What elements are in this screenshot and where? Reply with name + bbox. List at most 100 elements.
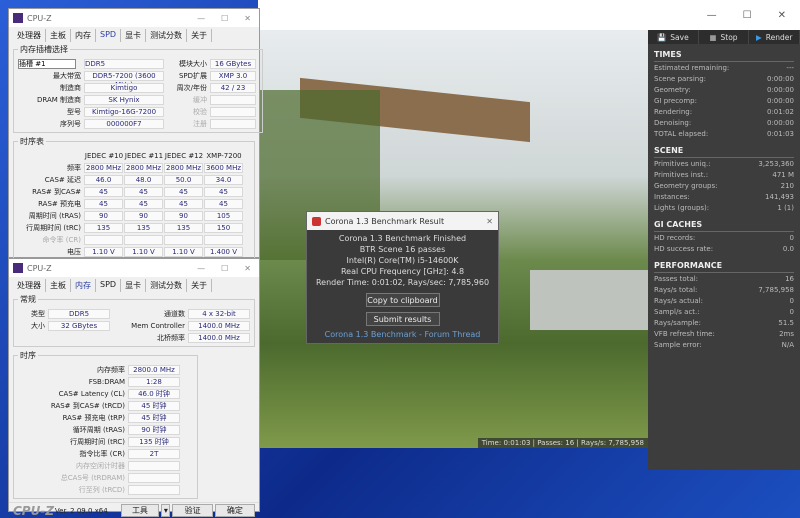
stat-value: 16 [785,275,794,283]
version: Ver. 2.09.0.x64 [54,506,108,515]
value: 45 [164,186,203,197]
cpuz-memory-window: CPU-Z — ☐ ✕ 处理器 主板 内存 SPD 显卡 测试分数 关于 常规 类型 DDR5 大小… [8,258,260,518]
building [530,270,648,330]
stats-section-scene: SCENE Primitives uniq.: 3,253,360 Primitive… [648,144,800,214]
value: 90 时钟 [128,424,180,435]
tab-4[interactable]: 显卡 [121,29,147,42]
value [128,484,180,495]
label: 指令比率 (CR) [79,449,125,458]
stat-label: Geometry: [654,86,691,94]
memory-type: DDR5 [84,58,164,69]
group-title: 常规 [20,295,36,304]
value [84,234,123,245]
stats-section-times: TIMES Estimated remaining: --- Scene parsin… [648,48,800,140]
stat-row: Lights (groups): 1 (1) [654,203,794,214]
window-title: CPU-Z [27,263,52,273]
timing-row: 行周期时间 (tRC) 135 时钟 [18,436,193,447]
tab-5[interactable]: 测试分数 [146,279,188,292]
stat-value: 0:00:00 [767,75,794,83]
render-status: Time: 0:01:03 | Passes: 16 | Rays/s: 7,7… [477,438,648,448]
forum-thread-link[interactable]: Corona 1.3 Benchmark - Forum Thread [307,330,498,339]
tab-6[interactable]: 关于 [187,29,213,42]
stat-row: HD success rate: 0.0 [654,244,794,255]
tab-1[interactable]: 主板 [46,279,71,292]
tab-0[interactable]: 处理器 [13,29,46,42]
stat-label: Rendering: [654,108,693,116]
copy-to-clipboard-button[interactable]: Copy to clipboard [365,293,440,307]
tab-3[interactable]: SPD [96,29,122,42]
value: 1.10 V [164,246,203,257]
minimize-icon[interactable]: — [197,14,205,23]
value: XMP 3.0 [210,70,256,81]
label: 周次/年份 [176,83,207,92]
tab-1[interactable]: 主板 [46,29,71,42]
stat-row: Primitives inst.: 471 M [654,170,794,181]
label: DRAM 制造商 [36,95,81,104]
stat-row: Denoising: 0:00:00 [654,118,794,129]
label: 内存频率 [97,365,125,374]
validate-button[interactable]: 验证 [172,504,213,517]
close-icon[interactable]: ✕ [778,10,786,30]
spd-row: 型号 Kimtigo-16G-7200 [18,106,168,117]
timing-row: 内存频率 2800.0 MHz [18,364,193,375]
timing-row: RAS# 到CAS# (tRCD) 45 时钟 [18,400,193,411]
stat-value: 0:01:02 [767,108,794,116]
label: 类型 [31,309,45,318]
render-button[interactable]: ▶ Render [749,30,800,44]
label: 最大带宽 [53,71,81,80]
result-line: BTR Scene 16 passes [359,245,446,254]
value: 90 [84,210,123,221]
tab-4[interactable]: 显卡 [121,279,147,292]
maximize-icon[interactable]: ☐ [221,14,228,23]
column-header: XMP-7200 [206,151,242,160]
timing-row: RAS# 到CAS# 45 45 45 45 [18,186,250,197]
maximize-icon[interactable]: ☐ [743,10,752,30]
tab-6[interactable]: 关于 [187,279,213,292]
stat-value: N/A [781,341,794,349]
stat-label: Rays/s total: [654,286,698,294]
close-icon[interactable]: ✕ [244,264,251,273]
stat-label: Denoising: [654,119,692,127]
value: DDR5-7200 (3600 MHz) [84,70,164,89]
tab-2[interactable]: 内存 [71,29,96,42]
tab-0[interactable]: 处理器 [13,279,46,292]
minimize-icon[interactable]: — [197,264,205,273]
slot-select[interactable]: 插槽 #1 [18,58,76,69]
close-icon[interactable]: ✕ [244,14,251,23]
stop-button[interactable]: ■ Stop [699,30,750,44]
value: 45 [84,198,123,209]
stat-value: 7,785,958 [758,286,794,294]
tab-2[interactable]: 内存 [71,279,96,292]
label: 总CAS号 (tRDRAM) [60,473,125,482]
tools-button[interactable]: 工具 [120,504,160,517]
stat-row: Rays/sample: 51.5 [654,318,794,329]
section-title: GI CACHES [654,218,794,232]
column-header: JEDEC #10 [84,151,124,160]
spd-row: 注册 [168,118,258,129]
ok-button[interactable]: 确定 [214,504,256,517]
label: 行至列 (tRCD) [78,485,125,494]
spd-row: 序列号 000000F7 [18,118,168,129]
dialog-title: Corona 1.3 Benchmark Result [325,216,445,226]
timing-row: 电压 1.10 V 1.10 V 1.10 V 1.400 V [18,246,250,257]
value: 45 [204,198,243,209]
maximize-icon[interactable]: ☐ [221,264,228,273]
stop-icon: ■ [709,32,717,42]
value: 1:28 [128,376,180,387]
submit-results-button[interactable]: Submit results [365,312,440,326]
cpuz-icon [13,13,23,23]
value: 135 时钟 [128,436,180,447]
tab-5[interactable]: 测试分数 [146,29,188,42]
general-group: 常规 类型 DDR5 大小 32 GBytes 通道数 4 x 32-bit Mem … [13,294,255,347]
timing-row: 命令率 (CR) [18,234,250,245]
value [210,94,256,105]
stat-value: 0 [789,308,794,316]
save-button[interactable]: 💾 Save [648,30,699,44]
tab-3[interactable]: SPD [96,279,122,292]
tools-dropdown-icon[interactable]: ▾ [161,504,171,517]
minimize-icon[interactable]: — [707,10,717,30]
stat-row: GI precomp: 0:00:00 [654,96,794,107]
label: 电压 [67,247,81,256]
close-icon[interactable]: ✕ [486,217,493,226]
group-title: 时序 [20,351,36,360]
